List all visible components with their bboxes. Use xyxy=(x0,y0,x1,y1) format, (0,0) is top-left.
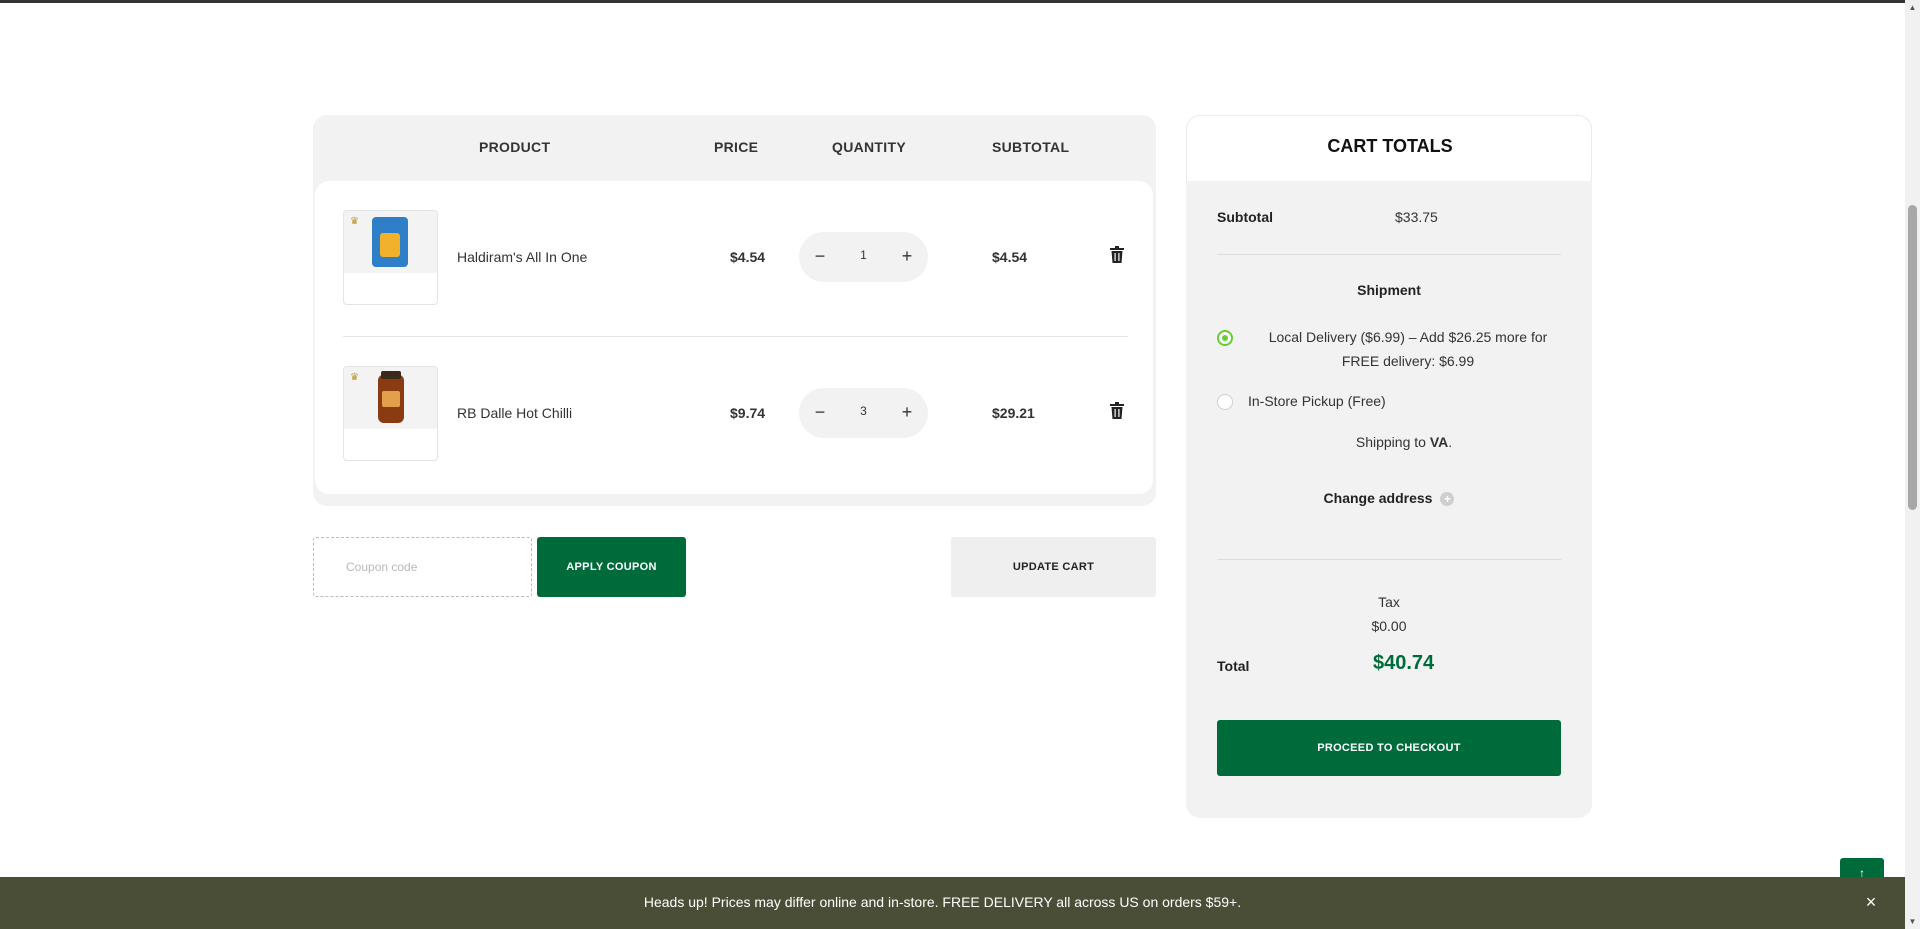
header-price: PRICE xyxy=(714,139,759,155)
cart-totals-title: CART TOTALS xyxy=(1327,136,1453,156)
quantity-stepper: − 1 + xyxy=(799,232,928,282)
proceed-to-checkout-button[interactable]: PROCEED TO CHECKOUT xyxy=(1217,720,1561,776)
cart-row: ♛ RB Dalle Hot Chilli $9.74 − 3 + $29.21 xyxy=(343,366,1128,462)
snack-pack-icon xyxy=(372,217,408,267)
update-cart-button[interactable]: UPDATE CART xyxy=(951,537,1156,597)
change-address-label: Change address xyxy=(1323,490,1433,506)
trash-icon[interactable] xyxy=(1109,402,1125,420)
minus-icon[interactable]: − xyxy=(809,244,831,268)
product-subtotal: $4.54 xyxy=(992,249,1028,265)
local-delivery-option[interactable]: Local Delivery ($6.99) – Add $26.25 more… xyxy=(1238,325,1578,373)
total-label: Total xyxy=(1217,658,1250,674)
scroll-up-icon[interactable]: ▲ xyxy=(1905,0,1920,15)
cart-totals: CART TOTALS Subtotal $33.75 Shipment Loc… xyxy=(1186,115,1592,818)
jar-icon xyxy=(378,371,404,423)
shipping-to-suffix: . xyxy=(1448,434,1453,450)
header-product: PRODUCT xyxy=(479,139,551,155)
row-divider xyxy=(343,336,1128,337)
coupon-input[interactable] xyxy=(313,537,532,597)
quantity-value[interactable]: 1 xyxy=(839,248,888,262)
header-subtotal: SUBTOTAL xyxy=(992,139,1070,155)
product-image: ♛ xyxy=(344,367,437,429)
notice-text: Heads up! Prices may differ online and i… xyxy=(643,894,1242,910)
subtotal-label: Subtotal xyxy=(1217,209,1273,225)
notice-bar: Heads up! Prices may differ online and i… xyxy=(0,877,1905,929)
plus-icon[interactable]: + xyxy=(896,244,918,268)
header-quantity: QUANTITY xyxy=(832,139,906,155)
total-value: $40.74 xyxy=(1373,652,1435,674)
product-price: $4.54 xyxy=(730,249,766,265)
product-name[interactable]: Haldiram's All In One xyxy=(457,249,587,265)
quantity-value[interactable]: 3 xyxy=(839,404,888,418)
cart-table: PRODUCT PRICE QUANTITY SUBTOTAL ♛ Haldir… xyxy=(313,115,1156,506)
in-store-pickup-radio[interactable] xyxy=(1217,394,1233,410)
product-price: $9.74 xyxy=(730,405,766,421)
apply-coupon-button[interactable]: APPLY COUPON xyxy=(537,537,686,597)
subtotal-value: $33.75 xyxy=(1395,209,1438,225)
minus-icon[interactable]: − xyxy=(809,400,831,424)
divider xyxy=(1217,254,1561,255)
shipping-destination: Shipping to VA. xyxy=(1186,434,1592,450)
product-name[interactable]: RB Dalle Hot Chilli xyxy=(457,405,572,421)
product-subtotal: $29.21 xyxy=(992,405,1035,421)
trash-icon[interactable] xyxy=(1109,246,1125,264)
plus-icon[interactable]: + xyxy=(896,400,918,424)
change-address-link[interactable]: Change address + xyxy=(1186,490,1592,507)
cart-table-header: PRODUCT PRICE QUANTITY SUBTOTAL xyxy=(313,115,1156,181)
shipping-state: VA xyxy=(1429,434,1449,450)
product-thumbnail[interactable]: ♛ xyxy=(343,210,438,305)
divider xyxy=(1217,559,1561,560)
top-border xyxy=(0,0,1905,3)
badge-icon: ♛ xyxy=(350,216,359,227)
local-delivery-line2: FREE delivery: $6.99 xyxy=(1341,353,1475,369)
page-scrollbar[interactable]: ▲ ▼ xyxy=(1905,0,1920,929)
badge-icon: ♛ xyxy=(350,372,359,383)
product-thumbnail[interactable]: ♛ xyxy=(343,366,438,461)
close-icon[interactable]: × xyxy=(1861,892,1881,912)
cart-row: ♛ Haldiram's All In One $4.54 − 1 + $4.5… xyxy=(343,210,1128,306)
tax-label: Tax xyxy=(1378,594,1400,610)
local-delivery-radio[interactable] xyxy=(1217,330,1233,346)
tax-value: $0.00 xyxy=(1371,618,1407,634)
shipping-to-prefix: Shipping to xyxy=(1355,434,1430,450)
local-delivery-line1: Local Delivery ($6.99) – Add $26.25 more… xyxy=(1268,329,1548,345)
in-store-pickup-option[interactable]: In-Store Pickup (Free) xyxy=(1248,389,1386,413)
quantity-stepper: − 3 + xyxy=(799,388,928,438)
cart-items: ♛ Haldiram's All In One $4.54 − 1 + $4.5… xyxy=(315,181,1153,494)
scroll-down-icon[interactable]: ▼ xyxy=(1905,914,1920,929)
cart-totals-header: CART TOTALS xyxy=(1186,115,1592,181)
scrollbar-thumb[interactable] xyxy=(1908,205,1917,510)
plus-circle-icon: + xyxy=(1440,492,1455,507)
shipment-title: Shipment xyxy=(1357,282,1421,298)
product-image: ♛ xyxy=(344,211,437,273)
